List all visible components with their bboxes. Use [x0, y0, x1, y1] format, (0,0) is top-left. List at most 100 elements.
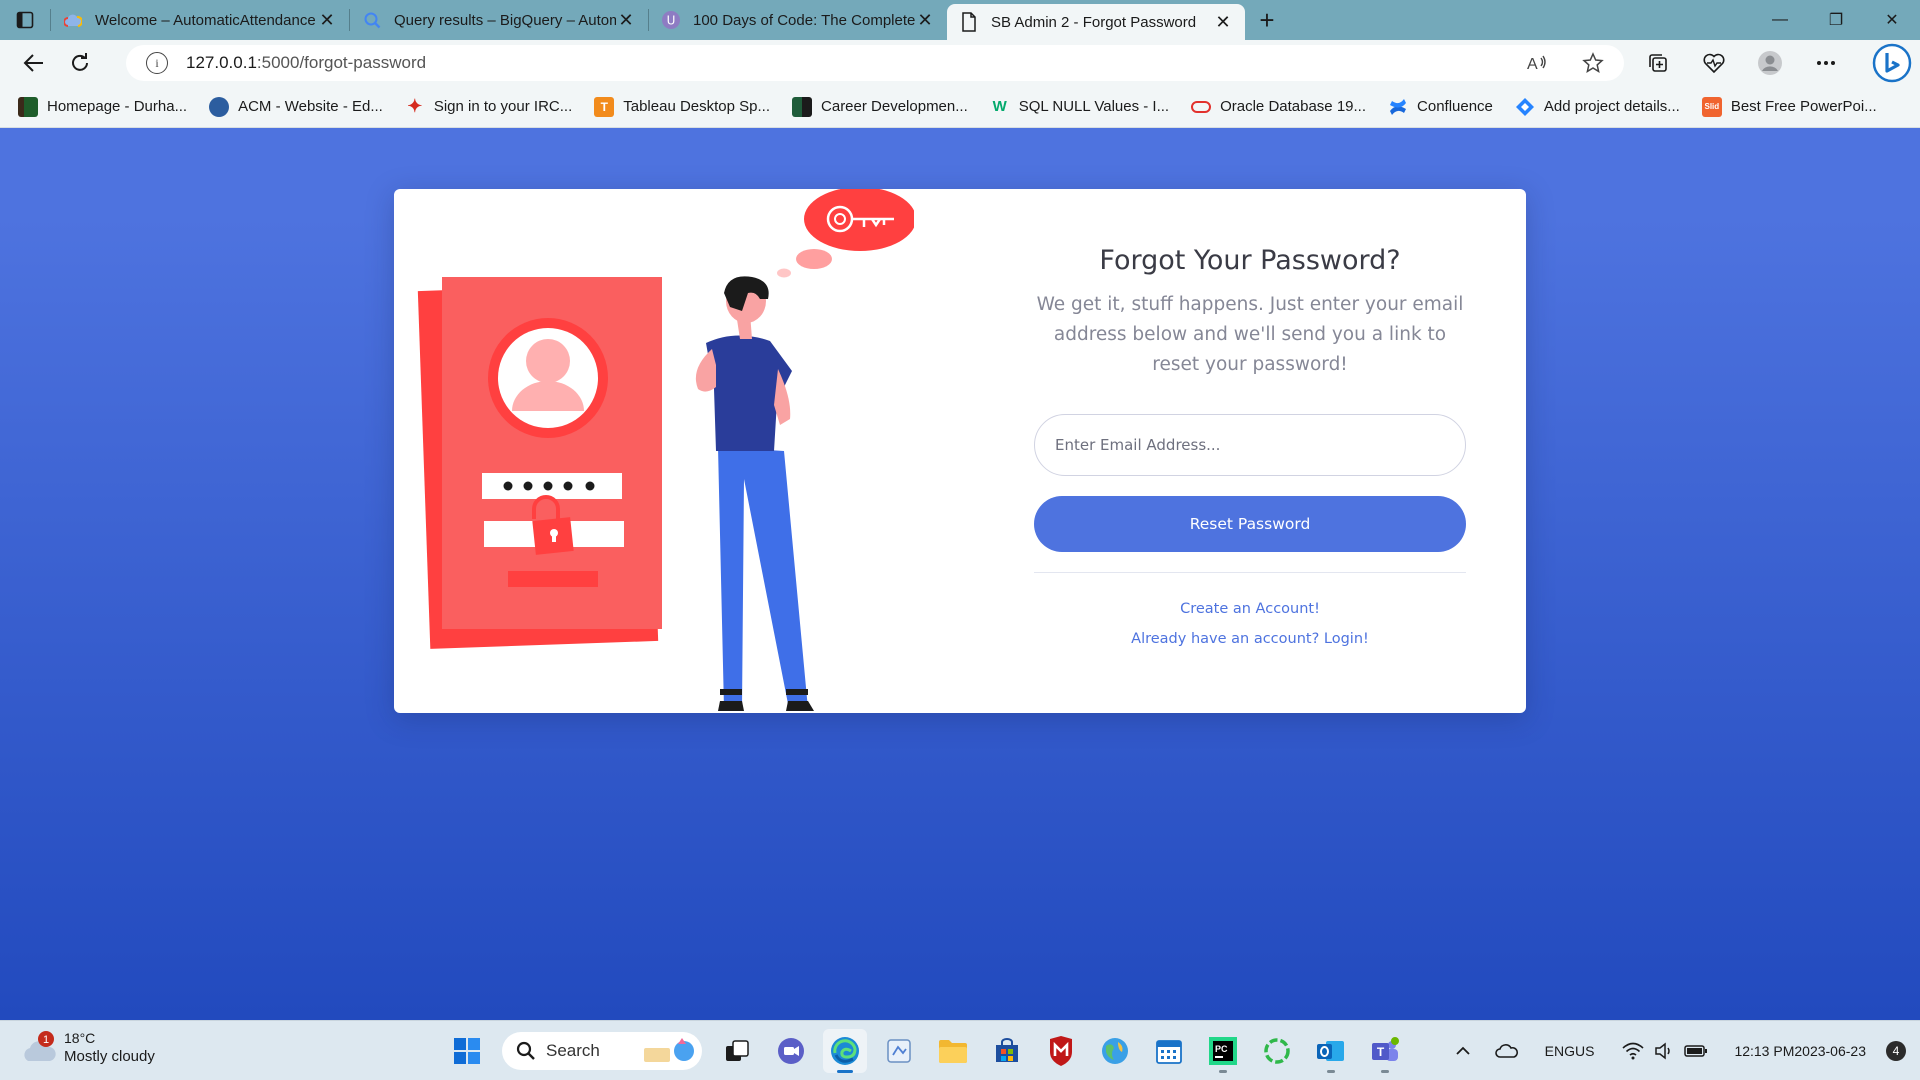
- clock-date: 2023-06-23: [1794, 1043, 1866, 1059]
- browser-essentials-button[interactable]: [1686, 40, 1742, 86]
- email-input[interactable]: [1034, 414, 1466, 476]
- heart-pulse-icon: [1703, 53, 1725, 74]
- read-aloud-icon[interactable]: A: [1526, 53, 1548, 73]
- bookmark-career[interactable]: Career Developmen...: [792, 96, 968, 117]
- address-bar[interactable]: i 127.0.0.1:5000/forgot-password A: [126, 45, 1624, 81]
- bookmark-oracle[interactable]: Oracle Database 19...: [1191, 97, 1366, 117]
- weather-cloud-icon: 1: [24, 1031, 56, 1061]
- profile-button[interactable]: [1742, 40, 1798, 86]
- bookmark-add-project[interactable]: Add project details...: [1515, 97, 1680, 117]
- file-explorer-button[interactable]: [931, 1029, 975, 1073]
- sync-circle-icon: [1264, 1038, 1290, 1064]
- forgot-password-illustration: [417, 189, 914, 711]
- language-code: ENG: [1544, 1043, 1575, 1059]
- tab-100-days-of-code[interactable]: U 100 Days of Code: The Complete Python …: [649, 0, 947, 40]
- udemy-icon: U: [661, 10, 681, 30]
- wifi-icon: [1622, 1042, 1644, 1060]
- oracle-icon: [1191, 97, 1212, 117]
- minimize-button[interactable]: —: [1752, 0, 1808, 40]
- bookmark-sql-null[interactable]: W SQL NULL Values - I...: [990, 97, 1169, 117]
- volume-button[interactable]: [1654, 1042, 1674, 1060]
- task-view-button[interactable]: [715, 1029, 759, 1073]
- man-figure: [695, 276, 814, 711]
- teams-meet-button[interactable]: [769, 1029, 813, 1073]
- create-account-link[interactable]: Create an Account!: [1034, 601, 1466, 617]
- calendar-app-button[interactable]: [1147, 1029, 1191, 1073]
- microsoft-store-button[interactable]: [985, 1029, 1029, 1073]
- back-button[interactable]: [12, 43, 56, 83]
- refresh-icon: [72, 53, 88, 71]
- bookmark-confluence[interactable]: Confluence: [1388, 97, 1493, 117]
- mcafee-button[interactable]: [1039, 1029, 1083, 1073]
- confluence-icon: [1388, 97, 1408, 117]
- bookmark-acm[interactable]: ACM - Website - Ed...: [209, 96, 383, 117]
- start-button[interactable]: [445, 1029, 489, 1073]
- reset-password-button[interactable]: Reset Password: [1034, 496, 1466, 552]
- clock[interactable]: 12:13 PM 2023-06-23: [1734, 1042, 1866, 1060]
- slidesgo-icon: Slid: [1701, 96, 1722, 117]
- favorite-star-icon[interactable]: [1582, 52, 1604, 74]
- whiteboard-button[interactable]: [877, 1029, 921, 1073]
- tab-close-icon[interactable]: ✕: [915, 10, 935, 30]
- search-highlight-icon: [644, 1038, 694, 1062]
- bookmark-label: Sign in to your IRC...: [433, 98, 573, 115]
- bookmark-slidesgo[interactable]: Slid Best Free PowerPoi...: [1701, 96, 1877, 117]
- cloud-icon: [1494, 1044, 1518, 1058]
- svg-text:T: T: [1377, 1045, 1385, 1059]
- teams-video-icon: [778, 1038, 804, 1064]
- speaker-icon: [1655, 1042, 1671, 1060]
- collections-button[interactable]: [1630, 40, 1686, 86]
- sync-app-button[interactable]: [1255, 1029, 1299, 1073]
- taskbar-apps: Search PC T: [440, 1027, 1412, 1075]
- tab-close-icon[interactable]: ✕: [616, 10, 636, 30]
- notification-badge[interactable]: 4: [1886, 1041, 1906, 1061]
- settings-more-button[interactable]: [1798, 40, 1854, 86]
- temperature: 18°C: [64, 1030, 96, 1046]
- new-tab-button[interactable]: +: [1245, 0, 1289, 40]
- globe-app-button[interactable]: [1093, 1029, 1137, 1073]
- bookmark-label: Tableau Desktop Sp...: [623, 98, 771, 115]
- restore-button[interactable]: ❐: [1808, 0, 1864, 40]
- tab-close-icon[interactable]: ✕: [317, 10, 337, 30]
- onedrive-button[interactable]: [1494, 1043, 1519, 1059]
- bookmark-ircc[interactable]: ✦ Sign in to your IRC...: [405, 96, 573, 117]
- bookmark-label: Oracle Database 19...: [1220, 98, 1367, 115]
- tab-automatic-attendance[interactable]: Welcome – AutomaticAttendance ✕: [51, 0, 349, 40]
- outlook-button[interactable]: [1309, 1029, 1353, 1073]
- profile-avatar-icon: [1758, 51, 1782, 75]
- calendar-icon: [1156, 1040, 1182, 1064]
- input-language[interactable]: ENG US: [1545, 1042, 1595, 1060]
- tab-bigquery[interactable]: Query results – BigQuery – Automatic ✕: [350, 0, 648, 40]
- bookmark-homepage[interactable]: Homepage - Durha...: [18, 96, 187, 117]
- page-background: Forgot Your Password? We get it, stuff h…: [0, 128, 1920, 1020]
- battery-button[interactable]: [1684, 1044, 1708, 1058]
- address-bar-actions: A: [1526, 45, 1604, 81]
- close-window-button[interactable]: ✕: [1864, 0, 1920, 40]
- pycharm-button[interactable]: PC: [1201, 1029, 1245, 1073]
- task-view-icon: [726, 1040, 749, 1061]
- acm-icon: [209, 96, 230, 117]
- network-button[interactable]: [1622, 1042, 1644, 1060]
- weather-widget[interactable]: 1 18°C Mostly cloudy: [22, 1029, 155, 1067]
- bookmark-tableau[interactable]: T Tableau Desktop Sp...: [594, 96, 771, 117]
- folder-icon: [939, 1040, 967, 1063]
- clock-time: 12:13 PM: [1734, 1043, 1795, 1059]
- site-info-icon[interactable]: i: [146, 52, 168, 74]
- pycharm-icon: PC: [1209, 1037, 1237, 1065]
- bing-chat-button[interactable]: [1864, 40, 1920, 86]
- teams-button[interactable]: T: [1363, 1029, 1407, 1073]
- tab-actions-button[interactable]: [0, 0, 50, 40]
- taskbar-search[interactable]: Search: [502, 1032, 702, 1070]
- refresh-button[interactable]: [58, 43, 102, 83]
- tab-forgot-password[interactable]: SB Admin 2 - Forgot Password ✕: [947, 4, 1245, 40]
- tab-close-icon[interactable]: ✕: [1213, 12, 1233, 32]
- bookmark-label: Career Developmen...: [821, 98, 968, 115]
- system-tray: ENG US 12:13 PM 2023-06-23 4: [1447, 1021, 1920, 1080]
- bookmarks-bar: Homepage - Durha... ACM - Website - Ed..…: [0, 86, 1920, 128]
- login-link[interactable]: Already have an account? Login!: [1034, 631, 1466, 647]
- page-description: We get it, stuff happens. Just enter you…: [1036, 294, 1464, 375]
- show-hidden-icons-button[interactable]: [1455, 1046, 1471, 1056]
- tab-title: 100 Days of Code: The Complete Python: [693, 11, 915, 29]
- url-text[interactable]: 127.0.0.1:5000/forgot-password: [186, 53, 426, 73]
- edge-button[interactable]: [823, 1029, 867, 1073]
